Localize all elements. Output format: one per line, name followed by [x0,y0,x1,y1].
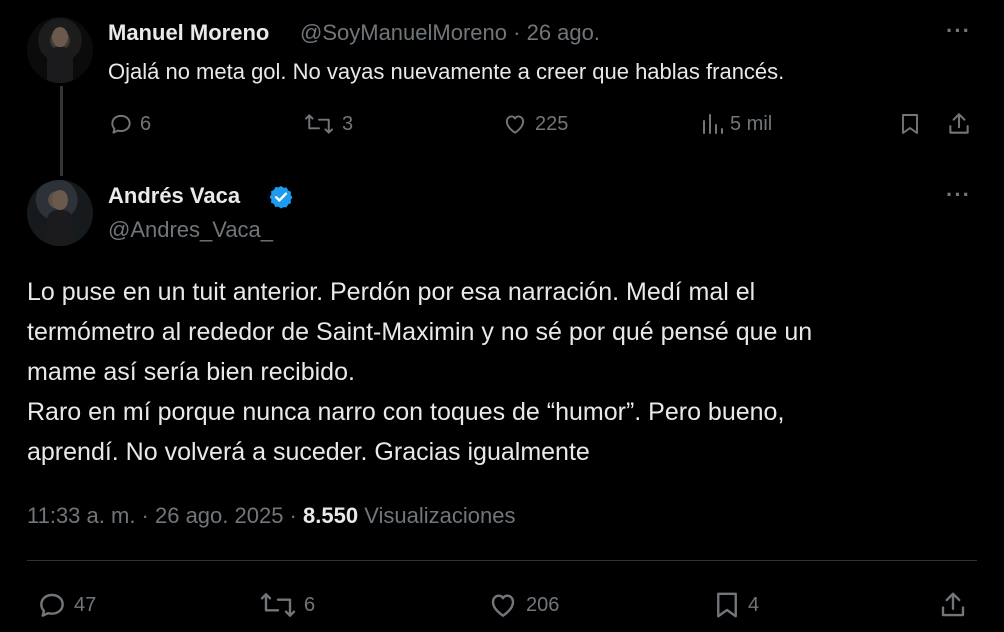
reply-like-button[interactable]: 225 [501,111,568,137]
main-like-count: 206 [526,593,560,616]
main-tweet-timestamp[interactable]: 11:33 a. m. · 26 ago. 2025 · [27,503,297,528]
main-author-handle[interactable]: @Andres_Vaca_ [108,217,273,243]
avatar-head [52,27,68,47]
avatar-andres-vaca[interactable] [27,180,93,246]
avatar-manuel-moreno[interactable] [27,17,93,83]
separator-dot: · [513,20,527,45]
reply-retweet-count: 3 [342,112,354,135]
reply-tweet-text: Ojalá no meta gol. No vayas nuevamente a… [108,59,785,84]
avatar-figure [47,210,73,246]
reply-date[interactable]: 26 ago. [527,20,600,45]
reply-retweet-button[interactable]: 3 [302,111,353,137]
avatar-head [52,190,68,210]
share-icon [941,592,965,617]
views-chart-icon [703,114,723,134]
main-reply-count: 47 [74,593,97,616]
main-author-name[interactable]: Andrés Vaca [108,183,240,209]
main-more-options-icon[interactable]: ··· [946,182,971,208]
reply-more-options-icon[interactable]: ··· [946,18,971,44]
main-bookmark-button[interactable]: 4 [712,589,759,621]
reply-views-button[interactable]: 5 mil [700,111,772,137]
main-retweet-count: 6 [304,593,316,616]
reply-author-name[interactable]: Manuel Moreno [108,20,269,46]
heart-icon [505,115,525,134]
main-retweet-button[interactable]: 6 [258,589,315,621]
reply-author-handle-and-date[interactable]: @SoyManuelMoreno · 26 ago. [300,20,600,46]
thread-connector-line [60,86,63,176]
comment-icon [111,114,131,134]
reply-author-handle[interactable]: @SoyManuelMoreno [300,20,507,45]
main-tweet-views-label: Visualizaciones [364,503,516,528]
reply-view-count: 5 mil [730,112,773,135]
avatar-figure [47,47,73,83]
retweet-icon [305,114,333,134]
reply-like-count: 225 [535,112,569,135]
bookmark-icon [902,114,918,134]
main-like-button[interactable]: 206 [486,589,559,621]
main-bookmark-count: 4 [748,593,760,616]
reply-reply-count: 6 [140,112,152,135]
divider [27,560,977,561]
main-reply-button[interactable]: 47 [36,589,96,621]
bookmark-icon [717,592,737,618]
reply-share-button[interactable] [946,111,972,137]
share-icon [949,113,969,134]
comment-icon [40,593,64,617]
retweet-icon [260,593,296,617]
main-tweet-meta: 11:33 a. m. · 26 ago. 2025 · 8.550 Visua… [27,503,515,529]
main-tweet-view-count: 8.550 [303,503,359,528]
reply-bookmark-button[interactable] [898,111,922,137]
reply-reply-button[interactable]: 6 [108,111,151,137]
heart-icon [491,594,515,617]
main-share-button[interactable] [938,589,968,621]
main-tweet-text: Lo puse en un tuit anterior. Perdón por … [27,278,813,466]
verified-badge-icon[interactable] [268,184,294,210]
